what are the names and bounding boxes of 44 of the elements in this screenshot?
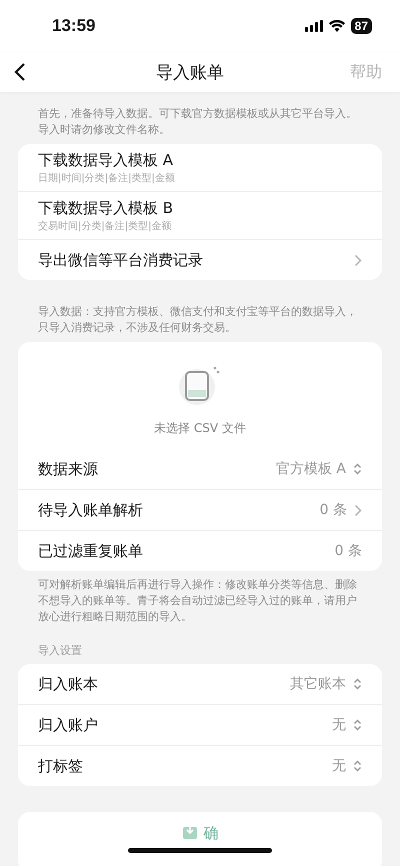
row-value: 0 条	[320, 501, 347, 519]
edit-note: 可对解析账单编辑后再进行导入操作：修改账单分类等信息、删除不想导入的账单等。青子将会自动过滤已经导入过的账单，请用户放心进行粗略日期范围的导入。	[37, 577, 358, 625]
list-row[interactable]: 待导入账单解析 0 条	[18, 490, 382, 531]
row-label: 归入账户	[38, 716, 98, 734]
row-label: 数据来源	[38, 460, 98, 478]
row-label: 归入账本	[38, 674, 98, 694]
download-icon	[182, 824, 198, 840]
import-note: 导入数据：支持官方模板、微信支付和支付宝等平台的数据导入，只导入消费记录，不涉及任何财务交易。	[37, 304, 358, 336]
list-row[interactable]: 打标签 无	[18, 746, 382, 786]
row-label: 待导入账单解析	[38, 500, 143, 520]
chevron-right-icon	[354, 254, 362, 266]
intro-text: 首先，准备待导入数据。可下载官方数据模板或从其它平台导入。导入时请勿修改文件名称。	[37, 106, 358, 138]
template-row[interactable]: 下载数据导入模板 B 交易时间|分类|备注|类型|金额	[18, 192, 382, 240]
chevron-right-icon	[354, 504, 362, 516]
row-label: 导出微信等平台消费记录	[38, 250, 203, 270]
back-icon	[14, 62, 26, 82]
row-label: 下载数据导入模板 A	[38, 151, 174, 170]
row-subtitle: 日期|时间|分类|备注|类型|金额	[38, 172, 175, 185]
list-row[interactable]: 已过滤重复账单 0 条	[18, 531, 382, 571]
row-value: 官方模板 A	[276, 460, 346, 478]
row-subtitle: 交易时间|分类|备注|类型|金额	[38, 220, 172, 233]
up-down-icon	[353, 678, 362, 690]
template-row[interactable]: 下载数据导入模板 A 日期|时间|分类|备注|类型|金额	[18, 144, 382, 192]
row-label: 下载数据导入模板 B	[38, 199, 174, 218]
list-row[interactable]: 导出微信等平台消费记录	[18, 240, 382, 280]
row-value: 无	[332, 757, 346, 775]
section-heading: 导入设置	[37, 643, 83, 658]
status-time: 13:59	[52, 16, 96, 36]
row-value: 0 条	[334, 542, 362, 560]
row-value: 其它账本	[290, 675, 346, 693]
row-value: 无	[332, 716, 346, 734]
row-label: 已过滤重复账单	[38, 542, 143, 560]
list-row[interactable]: 数据来源 官方模板 A	[18, 449, 382, 490]
page-title: 导入账单	[156, 62, 224, 84]
list-row[interactable]: 归入账本 其它账本	[18, 664, 382, 705]
signal-icon	[304, 20, 323, 32]
up-down-icon	[353, 719, 362, 731]
row-label: 打标签	[38, 756, 83, 776]
wifi-icon	[328, 20, 345, 32]
up-down-icon	[353, 760, 362, 772]
battery-level: 87	[350, 18, 372, 34]
file-status: 未选择 CSV 文件	[154, 420, 246, 437]
list-row[interactable]: 归入账户 无	[18, 705, 382, 746]
up-down-icon	[353, 463, 362, 475]
